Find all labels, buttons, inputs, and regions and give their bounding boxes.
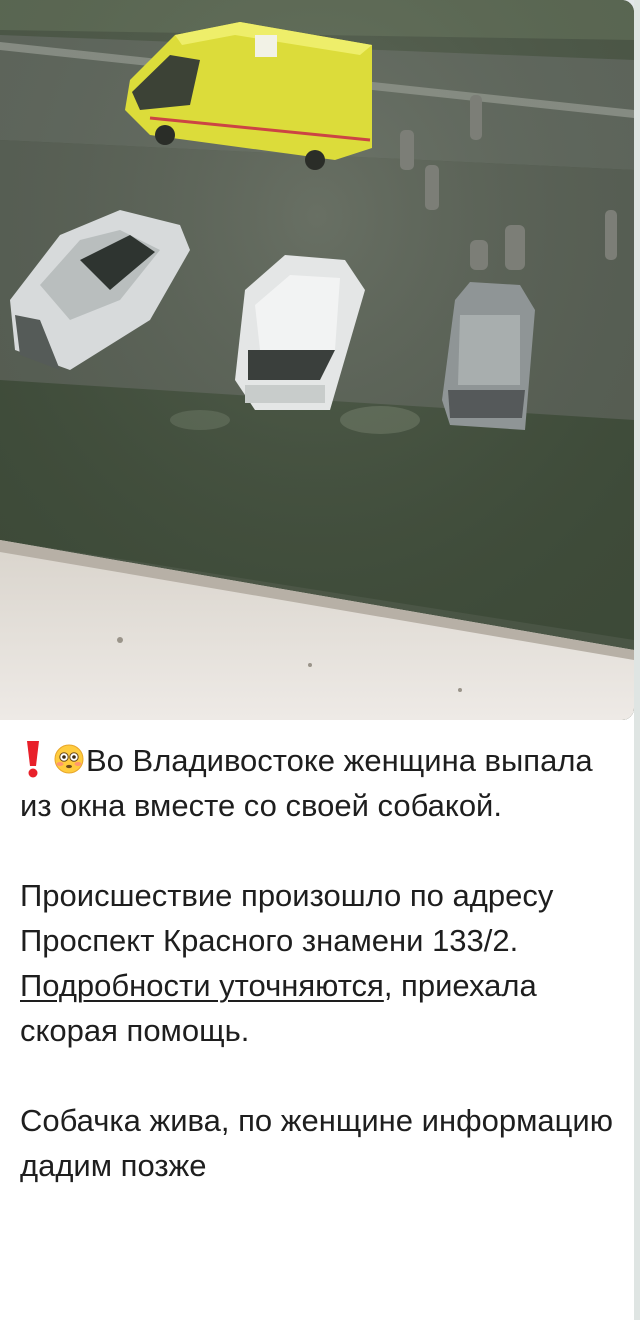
message-photo[interactable]: [0, 0, 634, 720]
address-text: Происшествие произошло по адресу Проспек…: [20, 878, 554, 958]
accident-scene-image: [0, 0, 634, 720]
exclamation-icon: [27, 741, 39, 778]
chat-background-edge: [634, 0, 640, 1320]
message-bubble: Во Владивостоке женщина выпала из окна в…: [0, 0, 634, 1320]
silver-car-shape: [442, 282, 535, 430]
headline-text: Во Владивостоке женщина выпала из окна в…: [20, 743, 593, 823]
paragraph-address: Происшествие произошло по адресу Проспек…: [20, 873, 620, 1053]
message-text: Во Владивостоке женщина выпала из окна в…: [20, 738, 620, 1188]
paragraph-dog-status: Собачка жива, по женщине информацию дади…: [20, 1098, 620, 1188]
flushed-face-icon: [54, 744, 84, 774]
details-link[interactable]: Подробности уточняются: [20, 968, 384, 1003]
paragraph-headline: Во Владивостоке женщина выпала из окна в…: [20, 738, 620, 828]
dog-status-text: Собачка жива, по женщине информацию дади…: [20, 1103, 613, 1183]
